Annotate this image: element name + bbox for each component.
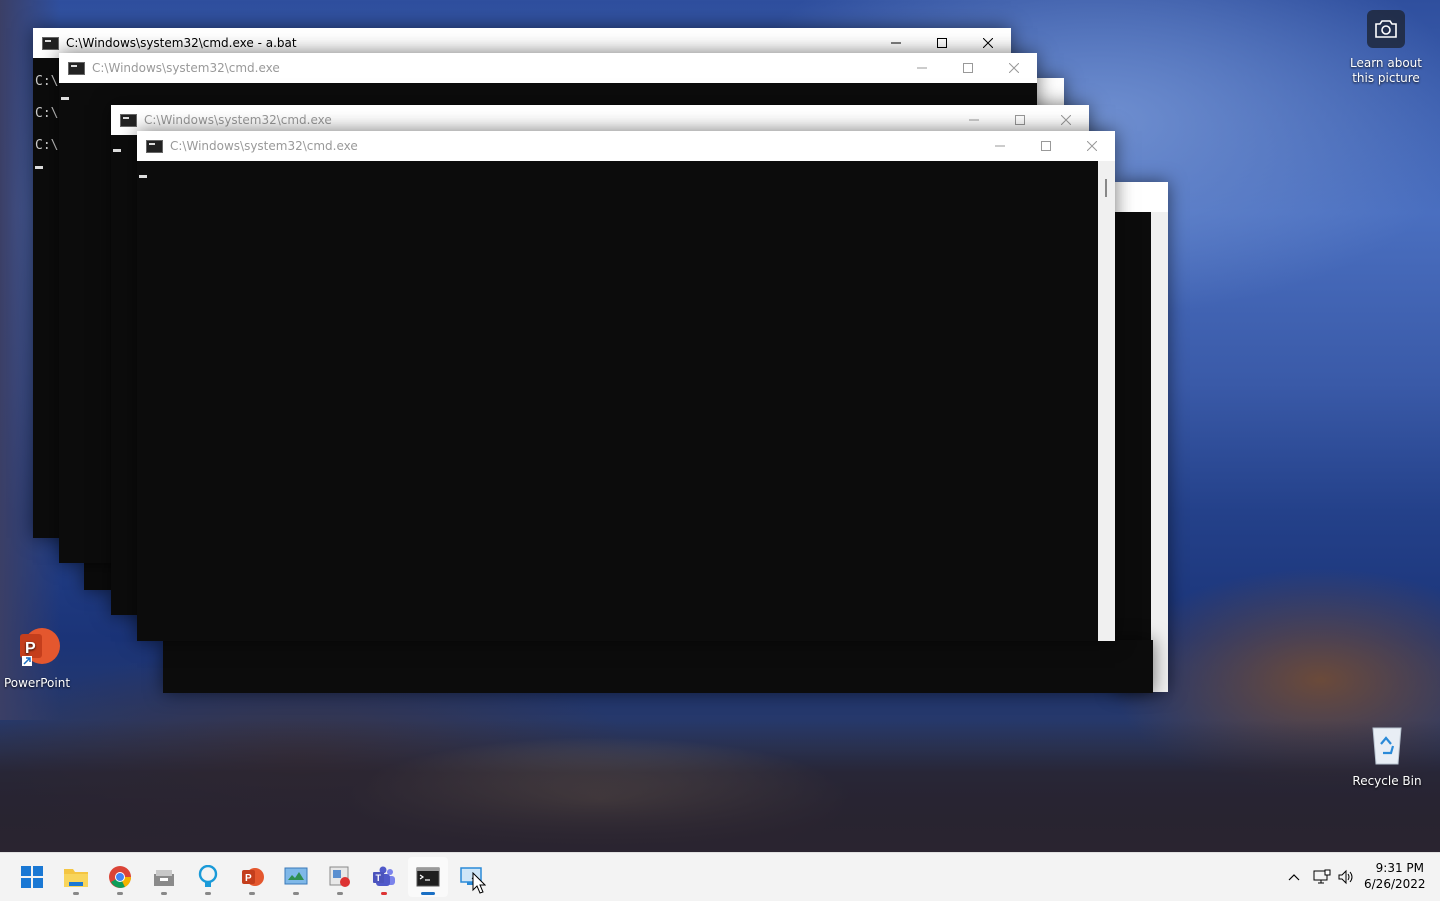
scrollbar-thumb[interactable]	[1105, 179, 1107, 197]
maximize-button[interactable]	[1023, 131, 1069, 161]
taskbar-terminal[interactable]	[408, 857, 448, 897]
recycle-bin-shortcut[interactable]: Recycle Bin	[1350, 722, 1424, 788]
cmd-icon	[68, 61, 85, 75]
svg-text:T: T	[376, 873, 382, 883]
text-cursor	[61, 97, 69, 100]
taskbar-chrome[interactable]	[100, 857, 140, 897]
cmd-icon	[120, 113, 137, 127]
mouse-cursor-icon	[472, 872, 486, 894]
text-cursor	[113, 149, 121, 152]
console-line: C:\	[35, 106, 59, 121]
powerpoint-icon: P	[14, 624, 60, 670]
cmd-icon	[42, 36, 59, 50]
console-echo-c	[163, 640, 1153, 693]
show-hidden-icons-button[interactable]	[1284, 867, 1304, 887]
media-icon	[329, 866, 350, 887]
title-bar[interactable]: C:\Windows\system32\cmd.exe	[137, 131, 1115, 161]
minimize-button[interactable]	[977, 131, 1023, 161]
console-echo-b	[1114, 182, 1168, 692]
cmd-icon	[146, 139, 163, 153]
taskbar-teams[interactable]: T	[364, 857, 404, 897]
console-echo-d	[84, 560, 114, 590]
app-icon	[154, 870, 174, 886]
powerpoint-label: PowerPoint	[3, 676, 71, 690]
clock-time: 9:31 PM	[1375, 861, 1424, 875]
clock-date: 6/26/2022	[1364, 877, 1426, 891]
terminal-icon	[416, 867, 440, 887]
console-line: C:\	[35, 74, 59, 89]
file-explorer-icon	[64, 869, 88, 887]
window-title: C:\Windows\system32\cmd.exe	[144, 113, 332, 127]
taskbar-file-explorer[interactable]	[56, 857, 96, 897]
text-cursor	[35, 166, 43, 169]
powerpoint-shortcut[interactable]: P PowerPoint	[2, 624, 72, 690]
start-button[interactable]	[12, 857, 52, 897]
close-button[interactable]	[991, 53, 1037, 83]
wallpaper-rocks	[0, 720, 1440, 852]
bulb-icon	[198, 865, 218, 887]
powerpoint-icon: P	[242, 868, 264, 886]
window-title: C:\Windows\system32\cmd.exe - a.bat	[66, 36, 297, 50]
title-bar[interactable]: C:\Windows\system32\cmd.exe	[59, 53, 1037, 83]
close-button[interactable]	[1069, 131, 1115, 161]
control-panel-icon	[284, 867, 308, 885]
chevron-up-icon	[1288, 874, 1300, 881]
window-title: C:\Windows\system32\cmd.exe	[170, 139, 358, 153]
vertical-scrollbar[interactable]	[1098, 161, 1115, 641]
taskbar-bulb[interactable]	[188, 857, 228, 897]
taskbar-control-panel[interactable]	[276, 857, 316, 897]
start-icon	[21, 866, 43, 888]
speaker-icon	[1338, 869, 1353, 885]
console-line: C:\	[35, 138, 59, 153]
recycle-bin-icon	[1367, 722, 1407, 766]
system-tray: 9:31 PM 6/26/2022	[1270, 853, 1440, 901]
network-button[interactable]	[1312, 867, 1332, 887]
learn-about-label: Learn about this picture	[1350, 56, 1422, 85]
svg-text:P: P	[25, 640, 36, 657]
window-title: C:\Windows\system32\cmd.exe	[92, 61, 280, 75]
taskbar-powerpoint[interactable]: P	[232, 857, 272, 897]
cmd-window-4[interactable]: C:\Windows\system32\cmd.exe	[137, 131, 1115, 641]
svg-text:P: P	[245, 873, 252, 884]
taskbar-app[interactable]	[144, 857, 184, 897]
minimize-button[interactable]	[899, 53, 945, 83]
learn-about-picture-icon[interactable]: Learn about this picture	[1344, 10, 1428, 86]
text-cursor	[139, 175, 147, 178]
taskbar: P T 9:31 PM 6/26/2022	[0, 852, 1440, 901]
clock[interactable]: 9:31 PM 6/26/2022	[1364, 860, 1426, 892]
recycle-bin-label: Recycle Bin	[1352, 774, 1422, 788]
chrome-icon	[109, 866, 132, 888]
taskbar-media[interactable]	[320, 857, 360, 897]
volume-button[interactable]	[1336, 867, 1356, 887]
maximize-button[interactable]	[945, 53, 991, 83]
camera-icon	[1367, 10, 1405, 48]
network-icon	[1313, 869, 1331, 884]
teams-icon: T	[373, 866, 395, 886]
